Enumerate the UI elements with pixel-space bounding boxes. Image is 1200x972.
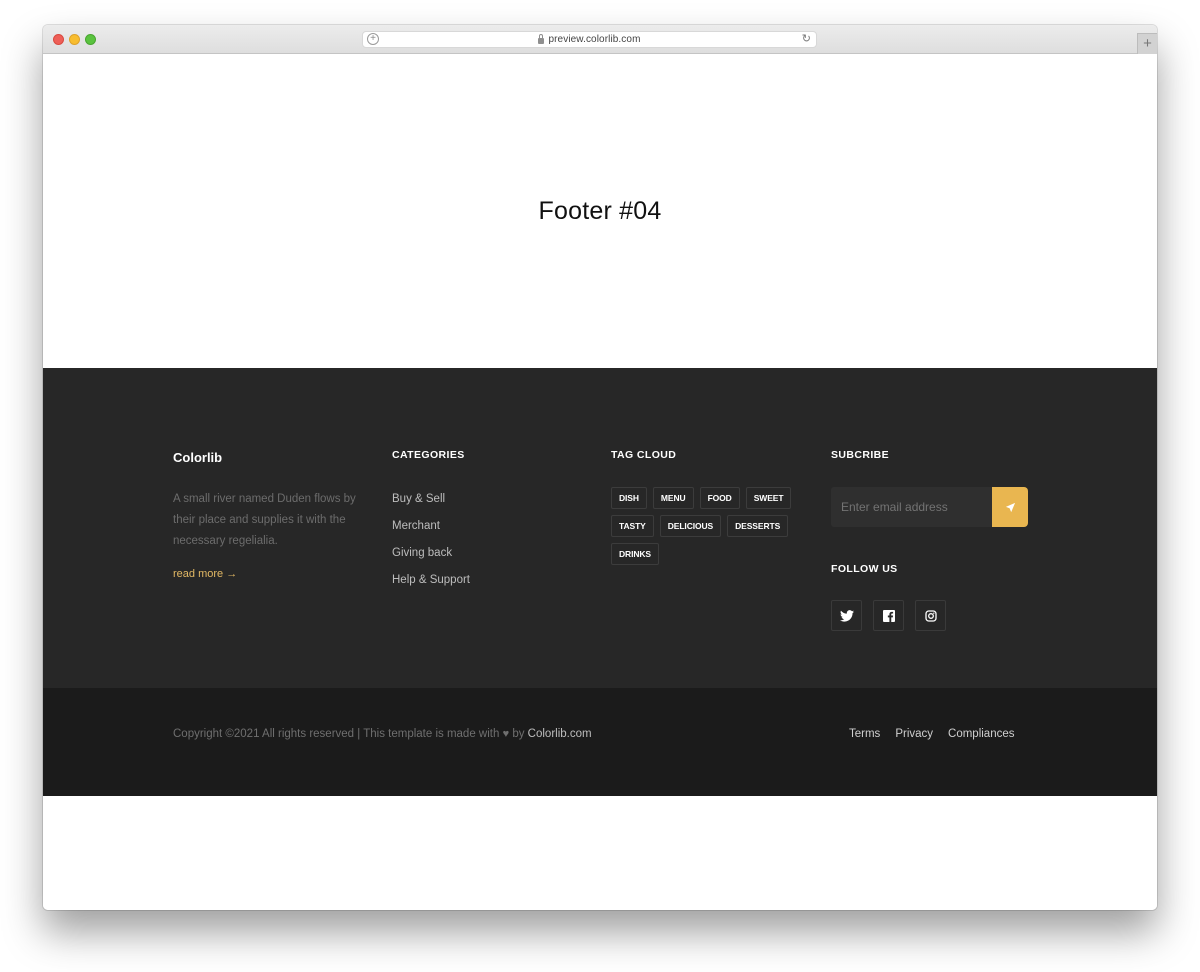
terms-link[interactable]: Terms (849, 728, 880, 740)
heart-icon: ♥ (502, 728, 510, 740)
browser-window: + preview.colorlib.com ↻ + Footer #04 Co… (43, 25, 1157, 910)
follow-us-heading: FOLLOW US (831, 563, 898, 575)
tag-drinks[interactable]: DRINKS (611, 543, 659, 565)
tag-sweet[interactable]: SWEET (745, 487, 792, 509)
browser-titlebar: + preview.colorlib.com ↻ + (43, 25, 1157, 54)
url-text: preview.colorlib.com (548, 34, 641, 45)
facebook-link[interactable] (873, 600, 904, 631)
category-link-giving-back[interactable]: Giving back (392, 545, 470, 572)
page-bottom-spacer (43, 796, 1157, 910)
close-window-button[interactable] (53, 34, 64, 45)
colorlib-link[interactable]: Colorlib.com (528, 728, 592, 740)
copyright-by: by (512, 728, 525, 740)
address-bar[interactable]: + preview.colorlib.com ↻ (362, 31, 817, 48)
page-title: Footer #04 (538, 196, 662, 225)
social-links (831, 600, 957, 631)
add-bookmark-icon[interactable]: + (367, 33, 379, 45)
twitter-icon (839, 609, 854, 622)
tag-food[interactable]: FOOD (699, 487, 740, 509)
copyright-prefix: Copyright ©2021 All rights reserved | Th… (173, 728, 500, 740)
instagram-link[interactable] (915, 600, 946, 631)
maximize-window-button[interactable] (85, 34, 96, 45)
subscribe-heading: SUBCRIBE (831, 449, 890, 461)
legal-links: Terms Privacy Compliances (849, 728, 1030, 740)
instagram-icon (924, 609, 937, 622)
privacy-link[interactable]: Privacy (895, 728, 933, 740)
subscribe-button[interactable] (992, 487, 1028, 527)
paper-plane-icon (1005, 502, 1015, 512)
tag-cloud-heading: TAG CLOUD (611, 449, 677, 461)
category-link-buy-sell[interactable]: Buy & Sell (392, 491, 470, 518)
minimize-window-button[interactable] (69, 34, 80, 45)
facebook-icon (882, 609, 895, 622)
categories-heading: CATEGORIES (392, 449, 465, 461)
tag-tasty[interactable]: TASTY (611, 515, 654, 537)
tag-delicious[interactable]: DELICIOUS (659, 515, 722, 537)
email-input[interactable] (831, 487, 992, 527)
lock-icon (538, 33, 545, 44)
new-tab-button[interactable]: + (1137, 33, 1157, 54)
categories-list: Buy & Sell Merchant Giving back Help & S… (392, 491, 470, 599)
footer-main: Colorlib A small river named Duden flows… (43, 368, 1157, 688)
twitter-link[interactable] (831, 600, 862, 631)
subscribe-form (831, 487, 1028, 527)
category-link-help-support[interactable]: Help & Support (392, 572, 470, 599)
tag-cloud: DISH MENU FOOD SWEET TASTY DELICIOUS DES… (611, 487, 811, 571)
category-link-merchant[interactable]: Merchant (392, 518, 470, 545)
read-more-link[interactable]: read more → (173, 568, 237, 580)
reload-icon[interactable]: ↻ (802, 32, 811, 45)
tag-desserts[interactable]: DESSERTS (727, 515, 789, 537)
tag-dish[interactable]: DISH (611, 487, 647, 509)
copyright-text: Copyright ©2021 All rights reserved | Th… (173, 728, 592, 740)
tag-menu[interactable]: MENU (652, 487, 694, 509)
footer-bottom-bar: Copyright ©2021 All rights reserved | Th… (43, 688, 1157, 796)
footer-brand[interactable]: Colorlib (173, 450, 222, 465)
hero-section: Footer #04 (43, 54, 1157, 368)
compliances-link[interactable]: Compliances (948, 728, 1014, 740)
footer-description: A small river named Duden flows by their… (173, 493, 356, 547)
